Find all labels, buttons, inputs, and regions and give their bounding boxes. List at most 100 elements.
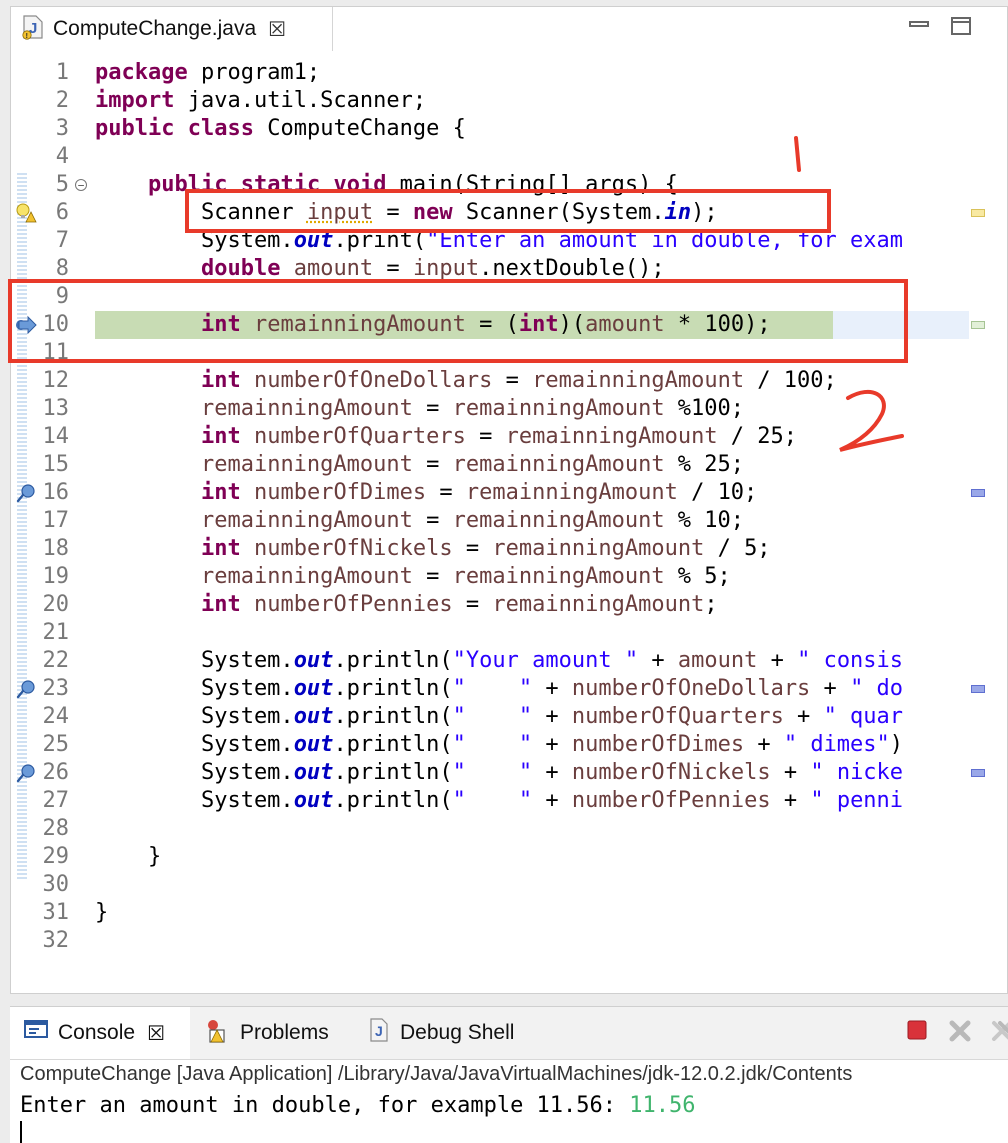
overview-ruler-marker[interactable] [971,769,985,777]
code-text[interactable]: int numberOfPennies = remainningAmount; [95,591,718,619]
tab-problems[interactable]: Problems [202,1007,329,1059]
code-editor[interactable]: J ! ComputeChange.java ☒ 1 package progra… [10,6,1008,994]
code-token: numberOfQuarters [253,424,466,449]
code-text[interactable]: remainningAmount = remainningAmount % 25… [95,451,744,479]
code-line-7[interactable]: 7 System.out.print("Enter an amount in d… [11,227,1007,255]
code-line-20[interactable]: 20 int numberOfPennies = remainningAmoun… [11,591,1007,619]
overview-ruler-marker[interactable] [971,209,985,217]
code-text[interactable]: } [95,899,108,927]
console-view[interactable]: Console ☒ Problems J Debug Shell Compute… [10,1006,1008,1143]
tab-console[interactable]: Console ☒ [10,1007,190,1059]
terminate-icon[interactable] [906,1019,928,1041]
close-icon[interactable]: ☒ [268,17,286,42]
code-line-16[interactable]: 16 int numberOfDimes = remainningAmount … [11,479,1007,507]
breakpoint-icon[interactable] [15,762,37,784]
breakpoint-icon[interactable] [15,482,37,504]
code-line-5[interactable]: 5 public static void main(String[] args)… [11,171,1007,199]
code-text[interactable]: System.out.println(" " + numberOfDimes +… [95,731,903,759]
line-number: 4 [55,144,69,169]
code-line-4[interactable]: 4 [11,143,1007,171]
current-line-row-highlight [831,311,969,339]
code-text[interactable]: System.out.print("Enter an amount in dou… [95,227,903,255]
code-text[interactable]: System.out.println(" " + numberOfNickels… [95,759,903,787]
code-line-24[interactable]: 24 System.out.println(" " + numberOfQuar… [11,703,1007,731]
code-token: "Enter an amount in double, for exam [426,228,903,253]
code-text[interactable]: remainningAmount = remainningAmount %100… [95,395,744,423]
code-text[interactable]: import java.util.Scanner; [95,87,426,115]
code-line-3[interactable]: 3 public class ComputeChange { [11,115,1007,143]
code-line-9[interactable]: 9 [11,283,1007,311]
code-line-11[interactable]: 11 [11,339,1007,367]
minimize-button[interactable] [909,21,929,27]
code-text[interactable]: int numberOfOneDollars = remainningAmoun… [95,367,837,395]
code-text[interactable]: System.out.println(" " + numberOfQuarter… [95,703,903,731]
code-line-31[interactable]: 31} [11,899,1007,927]
code-token: out [293,732,334,757]
code-token: System. [95,704,294,729]
code-text[interactable]: public static void main(String[] args) { [95,171,678,199]
code-line-26[interactable]: 26 System.out.println(" " + numberOfNick… [11,759,1007,787]
maximize-button[interactable] [951,17,971,35]
code-text[interactable]: Scanner input = new Scanner(System.in); [95,199,718,227]
code-text[interactable]: package program1; [95,59,320,87]
code-text[interactable]: public class ComputeChange { [95,115,466,143]
code-line-15[interactable]: 15 remainningAmount = remainningAmount %… [11,451,1007,479]
code-text[interactable]: remainningAmount = remainningAmount % 10… [95,507,744,535]
code-text[interactable]: double amount = input.nextDouble(); [95,255,665,283]
code-line-25[interactable]: 25 System.out.println(" " + numberOfDime… [11,731,1007,759]
code-token: = [373,256,413,281]
overview-ruler-marker[interactable] [971,685,985,693]
warning-lightbulb-icon[interactable] [15,202,37,224]
code-text[interactable]: remainningAmount = remainningAmount % 5; [95,563,731,591]
overview-ruler-marker[interactable] [971,321,985,329]
code-line-23[interactable]: 23 System.out.println(" " + numberOfOneD… [11,675,1007,703]
collapse-icon[interactable]: − [75,179,87,191]
code-line-29[interactable]: 29 } [11,843,1007,871]
debug-current-instruction-icon[interactable] [15,314,37,336]
code-line-8[interactable]: 8 double amount = input.nextDouble(); [11,255,1007,283]
console-output[interactable]: Enter an amount in double, for example 1… [20,1093,696,1118]
code-text[interactable]: int remainningAmount = (int)(amount * 10… [95,311,771,339]
code-token: import [95,88,175,113]
code-text[interactable]: int numberOfNickels = remainningAmount /… [95,535,771,563]
code-text[interactable]: int numberOfQuarters = remainningAmount … [95,423,797,451]
code-line-2[interactable]: 2 import java.util.Scanner; [11,87,1007,115]
code-line-13[interactable]: 13 remainningAmount = remainningAmount %… [11,395,1007,423]
code-line-17[interactable]: 17 remainningAmount = remainningAmount %… [11,507,1007,535]
remove-launch-icon[interactable] [948,1019,971,1042]
close-icon[interactable]: ☒ [147,1021,165,1046]
code-line-10[interactable]: 10 int remainningAmount = (int)(amount *… [11,311,1007,339]
tab-debug-shell[interactable]: J Debug Shell [368,1007,514,1059]
code-line-32[interactable]: 32 [11,927,1007,955]
code-text[interactable]: } [95,843,161,871]
code-token: static [240,172,321,197]
code-line-28[interactable]: 28 [11,815,1007,843]
code-token: + [532,704,572,729]
code-line-22[interactable]: 22 System.out.println("Your amount " + a… [11,647,1007,675]
code-line-19[interactable]: 19 remainningAmount = remainningAmount %… [11,563,1007,591]
code-token: remainningAmount [200,452,413,477]
code-line-6[interactable]: 6 Scanner input = new Scanner(System.in)… [11,199,1007,227]
code-line-21[interactable]: 21 [11,619,1007,647]
overview-ruler-marker[interactable] [971,489,985,497]
code-line-12[interactable]: 12 int numberOfOneDollars = remainningAm… [11,367,1007,395]
code-line-1[interactable]: 1 package program1; [11,59,1007,87]
code-text[interactable]: System.out.println(" " + numberOfPennies… [95,787,903,815]
code-line-14[interactable]: 14 int numberOfQuarters = remainningAmou… [11,423,1007,451]
code-line-30[interactable]: 30 [11,871,1007,899]
editor-tab-computechange[interactable]: J ! ComputeChange.java ☒ [11,7,333,51]
code-line-18[interactable]: 18 int numberOfNickels = remainningAmoun… [11,535,1007,563]
remove-all-icon[interactable] [988,1019,1008,1041]
code-token: System. [95,676,294,701]
code-text[interactable]: int numberOfDimes = remainningAmount / 1… [95,479,757,507]
breakpoint-icon[interactable] [15,678,37,700]
code-line-27[interactable]: 27 System.out.println(" " + numberOfPenn… [11,787,1007,815]
code-token: amount [293,256,374,281]
code-text[interactable]: System.out.println("Your amount " + amou… [95,647,903,675]
code-text[interactable]: System.out.println(" " + numberOfOneDoll… [95,675,903,703]
